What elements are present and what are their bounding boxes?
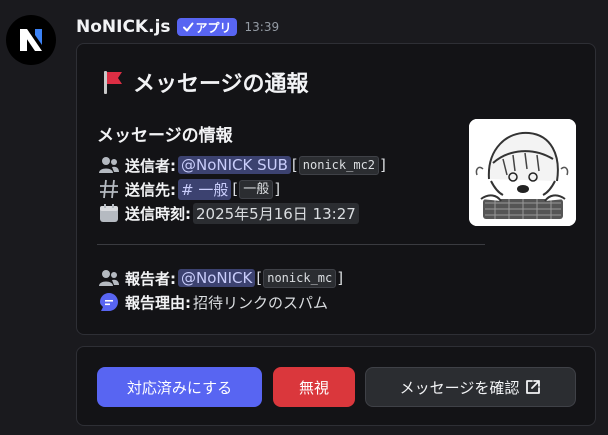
bot-name[interactable]: NoNICK.js xyxy=(76,17,171,37)
sent-time-label: 送信時刻: xyxy=(125,204,191,223)
bracket-open: [ xyxy=(232,180,239,198)
nonick-logo-icon xyxy=(20,29,42,51)
chat-bubble-icon xyxy=(99,291,121,313)
channel-mention[interactable]: # 一般 xyxy=(178,178,232,200)
bracket-close: ] xyxy=(337,269,344,287)
bracket-close: ] xyxy=(380,156,386,174)
calendar-icon xyxy=(99,202,121,224)
reporter-label: 報告者: xyxy=(125,269,176,288)
app-badge: アプリ xyxy=(176,18,237,36)
view-message-button[interactable]: メッセージを確認 xyxy=(365,367,576,407)
reporter-username: nonick_mc xyxy=(263,268,337,288)
message-timestamp[interactable]: 13:39 xyxy=(245,20,280,34)
embed-divider xyxy=(97,244,485,245)
action-row: 対応済みにする 無視 メッセージを確認 xyxy=(76,346,596,426)
sender-username: nonick_mc2 xyxy=(298,155,380,175)
channel-label: 送信先: xyxy=(125,180,176,199)
app-badge-label: アプリ xyxy=(195,20,232,35)
bot-avatar[interactable] xyxy=(6,15,56,65)
ignore-button-label: 無視 xyxy=(298,378,329,397)
reporter-field: 報告者: @NoNICK [ nonick_mc ] xyxy=(99,267,344,289)
user-avatar-thumbnail[interactable] xyxy=(469,119,576,226)
bracket-close: ] xyxy=(274,180,281,198)
sender-mention[interactable]: @NoNICK SUB xyxy=(178,156,291,174)
embed-title: メッセージの通報 xyxy=(101,66,309,98)
bracket-open: [ xyxy=(256,269,263,287)
resolve-button-label: 対応済みにする xyxy=(126,378,233,397)
members-icon xyxy=(99,267,121,289)
sent-time-field: 送信時刻: 2025年5月16日 13:27 xyxy=(99,202,359,224)
reporter-mention[interactable]: @NoNICK xyxy=(178,269,256,287)
channel-field: 送信先: # 一般 [ 一般 ] xyxy=(99,178,281,200)
external-link-icon xyxy=(526,380,541,394)
sender-field: 送信者: @NoNICK SUB [ nonick_mc2 ] xyxy=(99,154,387,176)
report-embed: メッセージの通報 メッセージの情報 送信者: @NoNICK SUB [ non… xyxy=(76,43,596,335)
embed-title-text: メッセージの通報 xyxy=(133,72,309,97)
reason-field: 報告理由: 招待リンクのスパム xyxy=(99,291,328,313)
reason-value: 招待リンクのスパム xyxy=(193,293,329,312)
red-flag-icon xyxy=(104,71,122,94)
channel-hash-icon xyxy=(99,178,121,200)
message-header: NoNICK.js アプリ 13:39 xyxy=(76,14,279,40)
section-title: メッセージの情報 xyxy=(97,126,233,146)
resolve-button[interactable]: 対応済みにする xyxy=(97,367,262,407)
verified-check-icon xyxy=(182,22,194,32)
bracket-open: [ xyxy=(291,156,298,174)
ignore-button[interactable]: 無視 xyxy=(273,367,355,407)
sent-time-value[interactable]: 2025年5月16日 13:27 xyxy=(193,202,359,224)
members-icon xyxy=(99,154,121,176)
view-message-button-label: メッセージを確認 xyxy=(399,378,520,397)
sender-label: 送信者: xyxy=(125,156,176,175)
reason-label: 報告理由: xyxy=(125,293,191,312)
channel-name: 一般 xyxy=(239,179,274,199)
